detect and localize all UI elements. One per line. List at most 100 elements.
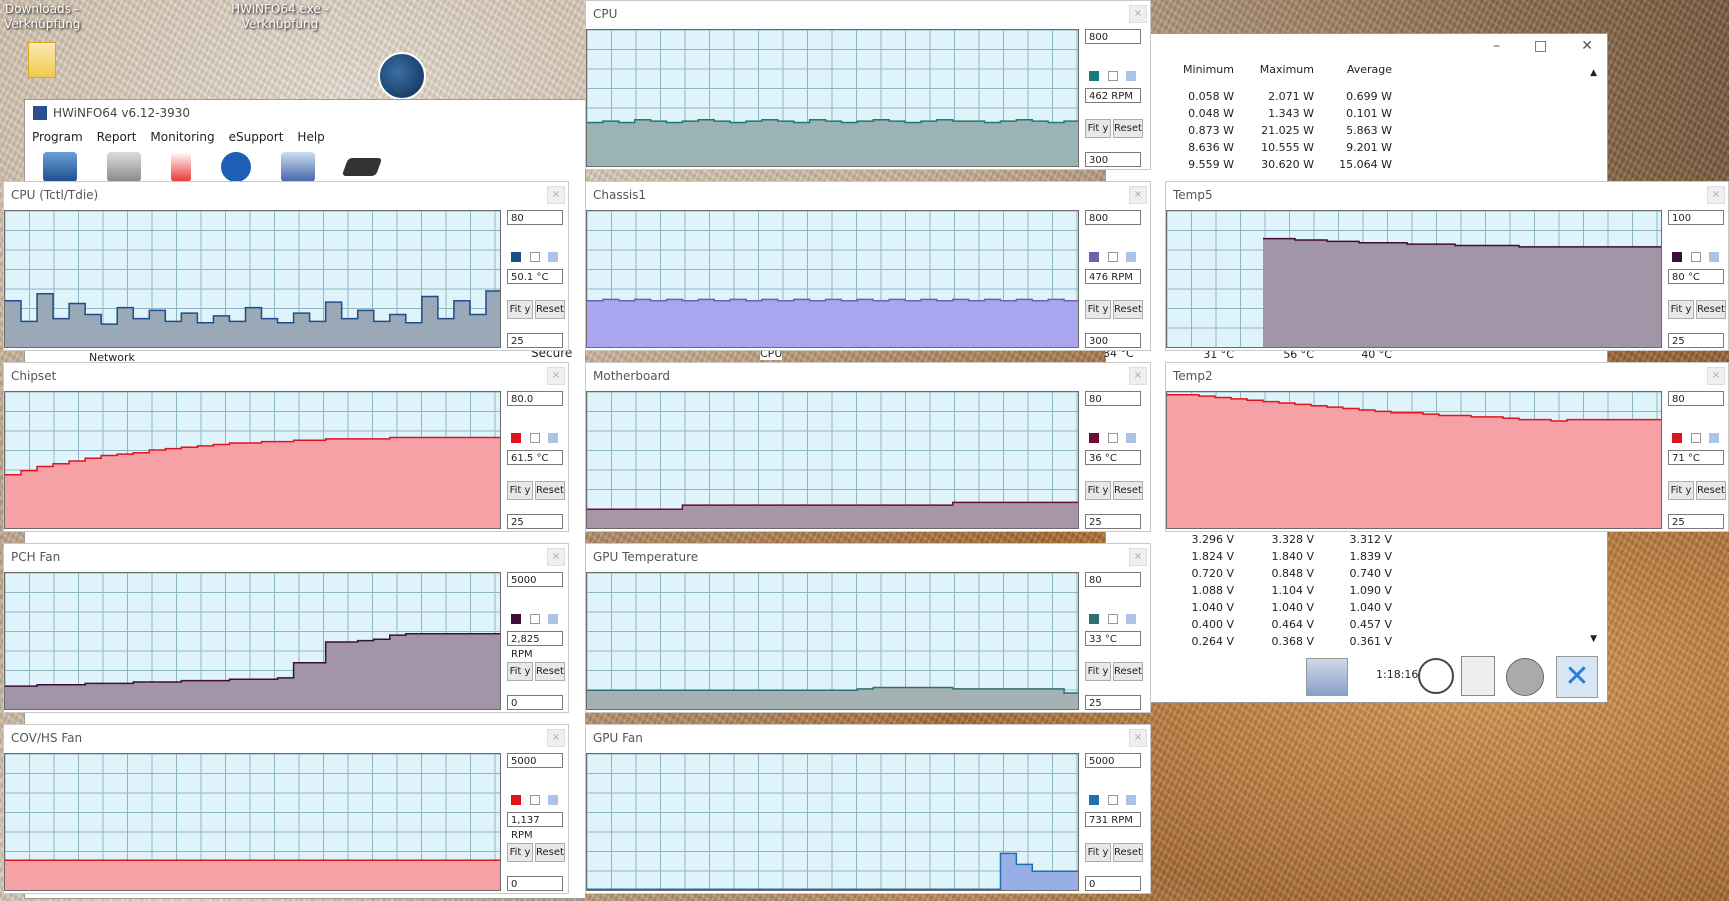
current-value-field[interactable]: 61.5 °C <box>507 450 563 465</box>
info-icon[interactable] <box>221 152 251 182</box>
reset-button[interactable]: Reset <box>1113 119 1143 138</box>
reset-button[interactable]: Reset <box>1113 843 1143 862</box>
grid-color-swatch[interactable] <box>1126 614 1136 624</box>
fit-y-button[interactable]: Fit y <box>1668 300 1694 319</box>
current-value-field[interactable]: 33 °C <box>1085 631 1141 646</box>
reset-button[interactable]: Reset <box>1696 300 1726 319</box>
reset-button[interactable]: Reset <box>1113 662 1143 681</box>
close-icon[interactable]: × <box>1129 367 1147 385</box>
series-color-swatch[interactable] <box>1089 433 1099 443</box>
min-value-field[interactable]: 0 <box>1085 876 1141 891</box>
background-color-swatch[interactable] <box>530 614 540 624</box>
fit-y-button[interactable]: Fit y <box>507 481 533 500</box>
series-color-swatch[interactable] <box>1089 71 1099 81</box>
current-value-field[interactable]: 80 °C <box>1668 269 1724 284</box>
background-color-swatch[interactable] <box>530 795 540 805</box>
current-value-field[interactable]: 2,825 RPM <box>507 631 563 660</box>
max-value-field[interactable]: 5000 <box>507 572 563 587</box>
max-value-field[interactable]: 100 <box>1668 210 1724 225</box>
grid-color-swatch[interactable] <box>1126 433 1136 443</box>
minimize-icon[interactable]: – <box>1493 38 1500 54</box>
background-color-swatch[interactable] <box>1691 252 1701 262</box>
fit-y-button[interactable]: Fit y <box>507 662 533 681</box>
col-maximum[interactable]: Maximum <box>1234 63 1314 76</box>
max-value-field[interactable]: 80 <box>1085 391 1141 406</box>
fit-y-button[interactable]: Fit y <box>507 300 533 319</box>
close-icon[interactable]: × <box>547 367 565 385</box>
min-value-field[interactable]: 25 <box>1085 514 1141 529</box>
fit-y-button[interactable]: Fit y <box>1085 662 1111 681</box>
save-report-icon[interactable] <box>107 152 141 182</box>
grid-color-swatch[interactable] <box>548 252 558 262</box>
fit-y-button[interactable]: Fit y <box>1085 481 1111 500</box>
min-value-field[interactable]: 25 <box>507 333 563 348</box>
menu-report[interactable]: Report <box>90 130 144 144</box>
grid-color-swatch[interactable] <box>548 795 558 805</box>
close-icon[interactable]: × <box>1707 367 1725 385</box>
max-value-field[interactable]: 5000 <box>1085 753 1141 768</box>
background-color-swatch[interactable] <box>1691 433 1701 443</box>
grid-color-swatch[interactable] <box>1709 433 1719 443</box>
col-minimum[interactable]: Minimum <box>1150 63 1234 76</box>
grid-color-swatch[interactable] <box>548 433 558 443</box>
background-color-swatch[interactable] <box>1108 614 1118 624</box>
reset-button[interactable]: Reset <box>535 662 565 681</box>
close-icon[interactable]: × <box>547 186 565 204</box>
summary-icon[interactable] <box>43 152 77 182</box>
close-icon[interactable]: × <box>547 729 565 747</box>
fit-y-button[interactable]: Fit y <box>1668 481 1694 500</box>
background-color-swatch[interactable] <box>530 433 540 443</box>
menu-program[interactable]: Program <box>25 130 90 144</box>
min-value-field[interactable]: 25 <box>1668 514 1724 529</box>
reset-button[interactable]: Reset <box>535 481 565 500</box>
menu-monitoring[interactable]: Monitoring <box>143 130 221 144</box>
background-color-swatch[interactable] <box>530 252 540 262</box>
max-value-field[interactable]: 80.0 <box>507 391 563 406</box>
current-value-field[interactable]: 731 RPM <box>1085 812 1141 827</box>
min-value-field[interactable]: 25 <box>1668 333 1724 348</box>
series-color-swatch[interactable] <box>1672 433 1682 443</box>
grid-color-swatch[interactable] <box>1126 71 1136 81</box>
fit-y-button[interactable]: Fit y <box>507 843 533 862</box>
desktop-icon-downloads[interactable]: Downloads - Verknüpfung <box>4 2 80 78</box>
add-report-icon[interactable] <box>1461 656 1495 696</box>
menu-esupport[interactable]: eSupport <box>222 130 291 144</box>
close-icon[interactable]: × <box>1129 5 1147 23</box>
max-value-field[interactable]: 5000 <box>507 753 563 768</box>
series-color-swatch[interactable] <box>511 433 521 443</box>
series-color-swatch[interactable] <box>1672 252 1682 262</box>
series-color-swatch[interactable] <box>1089 795 1099 805</box>
current-value-field[interactable]: 476 RPM <box>1085 269 1141 284</box>
sensors-icon[interactable] <box>171 152 191 182</box>
min-value-field[interactable]: 300 <box>1085 152 1141 167</box>
reset-button[interactable]: Reset <box>1113 300 1143 319</box>
min-value-field[interactable]: 0 <box>507 695 563 710</box>
current-value-field[interactable]: 1,137 RPM <box>507 812 563 841</box>
close-icon[interactable]: × <box>1129 548 1147 566</box>
background-color-swatch[interactable] <box>1108 795 1118 805</box>
scroll-up-icon[interactable]: ▲ <box>1590 68 1597 78</box>
min-value-field[interactable]: 0 <box>507 876 563 891</box>
current-value-field[interactable]: 462 RPM <box>1085 88 1141 103</box>
max-value-field[interactable]: 80 <box>507 210 563 225</box>
menu-help[interactable]: Help <box>290 130 331 144</box>
current-value-field[interactable]: 71 °C <box>1668 450 1724 465</box>
series-color-swatch[interactable] <box>511 795 521 805</box>
steam-icon[interactable] <box>378 52 426 100</box>
reset-button[interactable]: Reset <box>1113 481 1143 500</box>
series-color-swatch[interactable] <box>1089 252 1099 262</box>
col-average[interactable]: Average <box>1314 63 1392 76</box>
series-color-swatch[interactable] <box>511 252 521 262</box>
close-icon[interactable]: × <box>1129 729 1147 747</box>
close-sensors-icon[interactable]: ✕ <box>1556 656 1598 698</box>
network-sensor-icon[interactable] <box>1306 658 1348 696</box>
reset-button[interactable]: Reset <box>535 843 565 862</box>
reset-button[interactable]: Reset <box>535 300 565 319</box>
min-value-field[interactable]: 300 <box>1085 333 1141 348</box>
clock-icon[interactable] <box>1418 658 1454 694</box>
close-icon[interactable]: × <box>547 548 565 566</box>
max-value-field[interactable]: 80 <box>1085 572 1141 587</box>
close-icon[interactable]: × <box>1129 186 1147 204</box>
reset-button[interactable]: Reset <box>1696 481 1726 500</box>
maximize-icon[interactable]: □ <box>1534 38 1547 54</box>
